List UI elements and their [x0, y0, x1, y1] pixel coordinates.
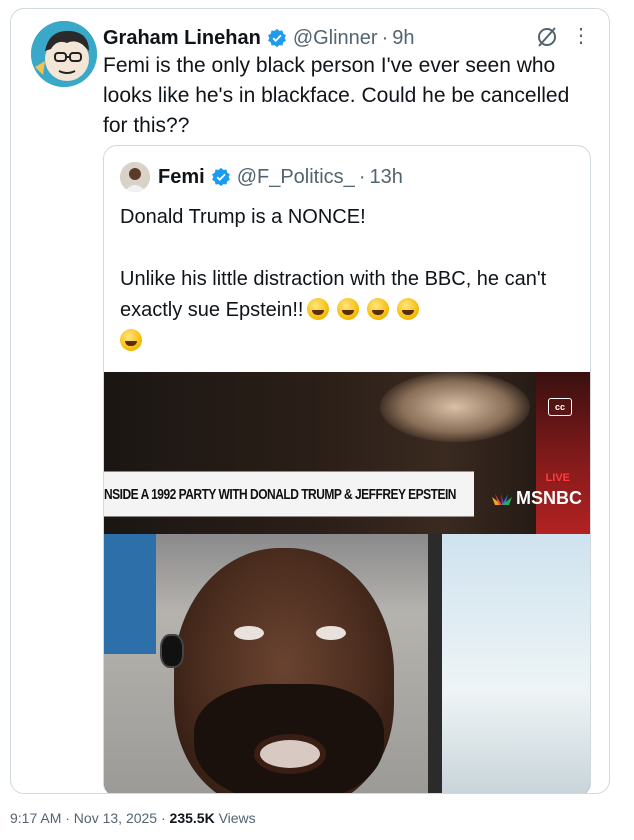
rofl-emoji-icon	[120, 329, 142, 351]
verified-badge-icon	[211, 167, 230, 187]
person-mouth	[254, 734, 326, 774]
author-name[interactable]: Graham Linehan	[103, 27, 261, 50]
quoted-tweet[interactable]: Femi @F_Politics_ · 13h Donald Trump is …	[103, 145, 591, 793]
rofl-emoji-icon	[337, 298, 360, 320]
quoted-author-handle[interactable]: @F_Politics_	[237, 166, 355, 189]
person-eye	[234, 626, 264, 640]
author-avatar[interactable]	[31, 21, 97, 87]
more-options-icon[interactable]: ⋮	[571, 25, 591, 49]
tweet-timestamp[interactable]: 9:17 AM · Nov 13, 2025 ·	[10, 810, 170, 826]
rofl-emoji-icon	[367, 298, 390, 320]
separator-dot: ·	[381, 26, 389, 49]
rofl-emoji-icon	[307, 298, 330, 320]
train-window	[434, 534, 590, 793]
network-logo: MSNBC	[491, 488, 582, 509]
quoted-tweet-text: Donald Trump is a NONCE! Unlike his litt…	[120, 202, 580, 357]
news-chyron: NSIDE A 1992 PARTY WITH DONALD TRUMP & J…	[104, 471, 474, 517]
author-handle[interactable]: @Glinner	[293, 27, 378, 50]
peacock-logo-icon	[492, 492, 512, 505]
closed-captions-icon[interactable]: cc	[548, 398, 572, 416]
tv-background-figure	[380, 372, 530, 442]
person-eye	[316, 626, 346, 640]
tweet-card[interactable]: Graham Linehan @Glinner · 9h ⋮ Femi is t…	[10, 8, 610, 794]
video-media[interactable]: cc NSIDE A 1992 PARTY WITH DONALD TRUMP …	[104, 372, 590, 793]
views-count: 235.5K	[169, 810, 215, 826]
quoted-author-avatar[interactable]	[120, 162, 150, 192]
tweet-metadata: 9:17 AM · Nov 13, 2025 · 235.5K Views	[10, 810, 256, 826]
background-sign	[104, 534, 156, 654]
verified-badge-icon	[267, 28, 286, 48]
live-badge: LIVE	[545, 472, 570, 484]
avatar-photo-icon	[120, 162, 150, 192]
rofl-emoji-icon	[397, 298, 420, 320]
tweet-header: Graham Linehan @Glinner · 9h	[103, 21, 593, 55]
views-label: Views	[214, 810, 256, 826]
tv-red-panel	[536, 372, 590, 534]
window-frame	[428, 534, 442, 793]
grok-icon[interactable]	[535, 25, 559, 49]
separator-dot: ·	[358, 165, 366, 188]
selfie-video-frame	[104, 534, 590, 793]
avatar-cartoon-icon	[31, 21, 97, 87]
tweet-time[interactable]: 9h	[392, 27, 414, 50]
quoted-tweet-header: Femi @F_Politics_ · 13h	[158, 162, 403, 192]
network-name: MSNBC	[516, 488, 582, 508]
earbud	[160, 634, 184, 668]
quoted-tweet-time[interactable]: 13h	[369, 166, 402, 189]
tweet-text: Femi is the only black person I've ever …	[103, 54, 576, 137]
quoted-author-name[interactable]: Femi	[158, 166, 205, 189]
